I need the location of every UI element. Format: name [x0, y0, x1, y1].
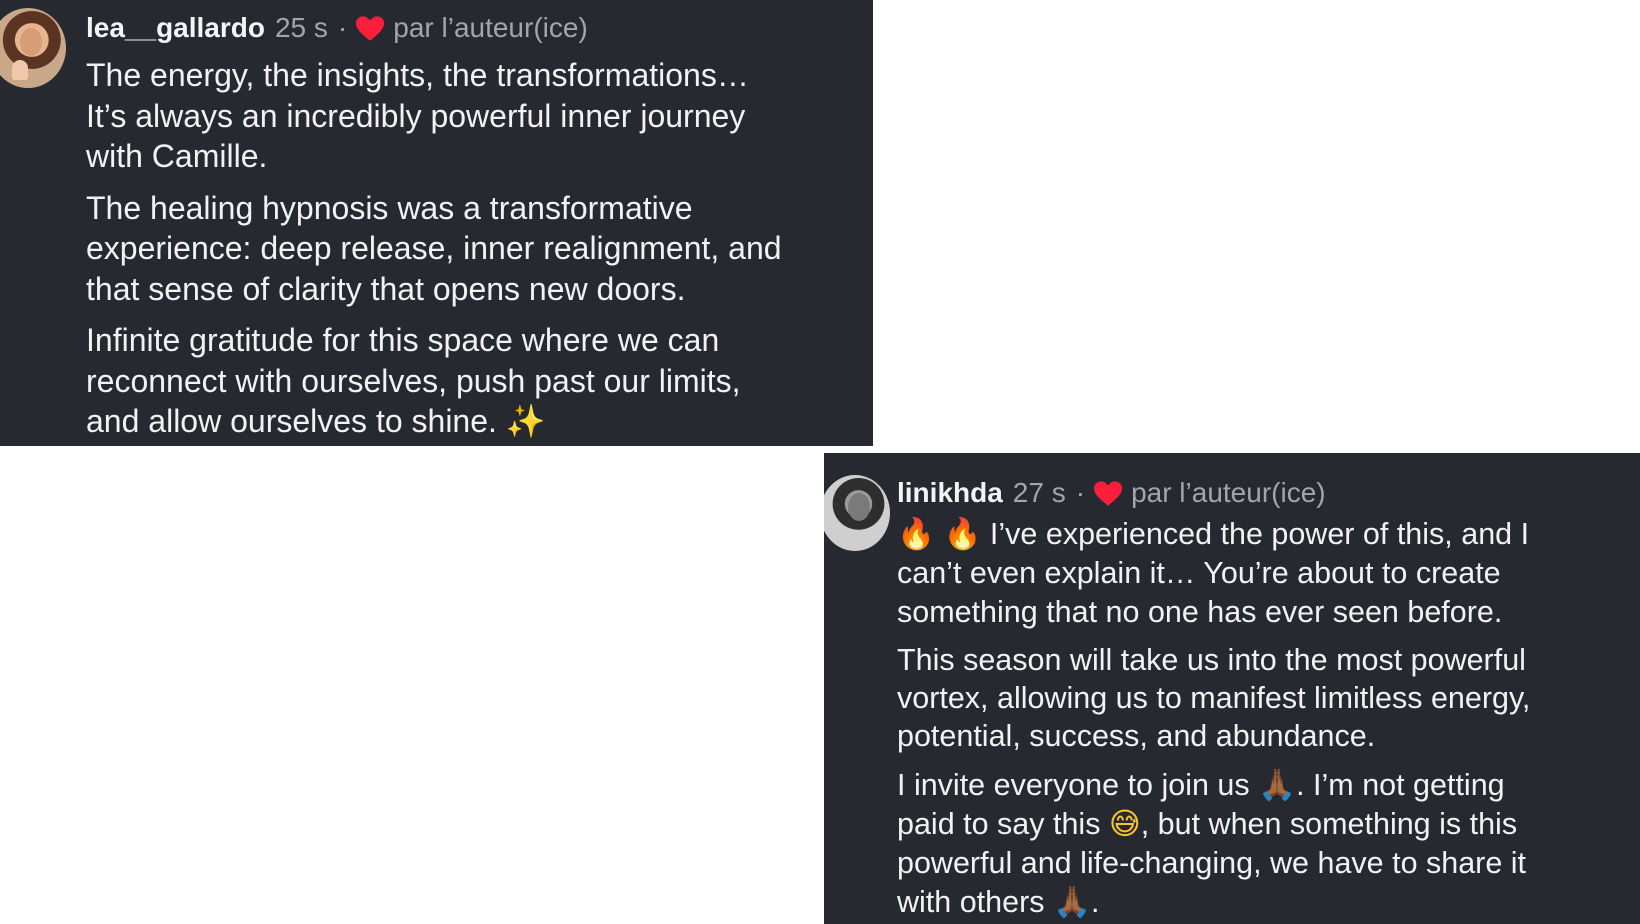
comment-paragraph: 🔥 🔥 I’ve experienced the power of this, …	[897, 515, 1530, 631]
screenshot-canvas: lea__gallardo 25 s · par l’auteur(ice) T…	[0, 0, 1640, 924]
comment-line-text: . I’m not getting	[1296, 767, 1505, 802]
comment-line: that sense of clarity that opens new doo…	[86, 270, 686, 307]
comment-line: powerful and life-changing, we have to s…	[897, 846, 1527, 881]
liked-by-author: par l’auteur(ice)	[1131, 477, 1326, 508]
heart-icon	[356, 15, 385, 41]
comment-line: vortex, allowing us to manifest limitles…	[897, 681, 1531, 716]
timestamp: 27 s	[1012, 477, 1066, 508]
fire-icon: 🔥	[943, 517, 982, 552]
comment-line: This season will take us into the most p…	[897, 642, 1526, 677]
comment-paragraph: Infinite gratitude for this space where …	[86, 320, 782, 442]
comment-line: can’t even explain it… You’re about to c…	[897, 556, 1501, 591]
avatar-hands	[12, 60, 28, 80]
avatar[interactable]	[0, 8, 66, 88]
comment-line: experience: deep release, inner realignm…	[86, 230, 782, 266]
sparkles-icon: ✨	[505, 402, 546, 440]
comment-line: with Camille.	[86, 138, 268, 174]
comment-line: reconnect with ourselves, push past our …	[86, 362, 741, 399]
comment-paragraph: The energy, the insights, the transforma…	[86, 55, 782, 177]
separator-dot: ·	[337, 12, 348, 43]
comment-paragraph: The healing hypnosis was a transformativ…	[86, 188, 782, 310]
comment-paragraph: I invite everyone to join us 🙏🏾. I’m not…	[897, 766, 1530, 922]
avatar[interactable]	[824, 475, 890, 551]
pray-icon: 🙏🏾	[1052, 884, 1091, 920]
comment-card: lea__gallardo 25 s · par l’auteur(ice) T…	[0, 0, 873, 446]
comment-line: something that no one has ever seen befo…	[897, 594, 1503, 629]
heart-icon	[1094, 480, 1123, 506]
avatar-face	[20, 28, 42, 56]
comment-text: 🔥 🔥 I’ve experienced the power of this, …	[897, 515, 1530, 924]
liked-by-author: par l’auteur(ice)	[393, 12, 588, 43]
timestamp: 25 s	[274, 12, 328, 43]
comment-paragraph: This season will take us into the most p…	[897, 641, 1530, 756]
comment-line-text: I invite everyone to join us	[897, 767, 1259, 802]
comment-text: The energy, the insights, the transforma…	[86, 55, 782, 446]
comment-line-text: and allow ourselves to shine.	[86, 403, 506, 439]
comment-line: with others 🙏🏾.	[897, 883, 1530, 922]
pray-icon: 🙏🏾	[1258, 767, 1297, 803]
comment-line-text: paid to say this	[897, 807, 1109, 842]
username[interactable]: lea__gallardo	[86, 12, 265, 44]
comment-line: potential, success, and abundance.	[897, 719, 1376, 754]
avatar-face	[848, 493, 870, 521]
comment-line: and allow ourselves to shine. ✨	[86, 401, 782, 442]
comment-line-text: , but when something is this	[1140, 807, 1518, 842]
comment-header: linikhda 27 s · par l’auteur(ice)	[897, 473, 1326, 513]
comment-card: linikhda 27 s · par l’auteur(ice) 🔥 🔥 I’…	[824, 453, 1640, 924]
comment-line-text: with others	[897, 884, 1053, 919]
comment-line-text: .	[1090, 884, 1100, 919]
comment-line: The healing hypnosis was a transformativ…	[86, 189, 693, 226]
comment-header: lea__gallardo 25 s · par l’auteur(ice)	[86, 8, 588, 48]
grin-icon: 😅	[1108, 807, 1141, 843]
comment-line: The energy, the insights, the transforma…	[86, 57, 749, 93]
username[interactable]: linikhda	[897, 477, 1003, 509]
separator-dot: ·	[1075, 477, 1086, 508]
comment-line: 🔥 🔥 I’ve experienced the power of this, …	[897, 515, 1530, 554]
comment-line: Infinite gratitude for this space where …	[86, 322, 720, 358]
fire-icon: 🔥	[897, 517, 935, 552]
comment-line: It’s always an incredibly powerful inner…	[86, 97, 746, 134]
comment-line: paid to say this 😅, but when something i…	[897, 805, 1530, 844]
comment-line: I invite everyone to join us 🙏🏾. I’m not…	[897, 766, 1530, 805]
comment-line-text: I’ve experienced the power of this, and …	[981, 517, 1530, 551]
